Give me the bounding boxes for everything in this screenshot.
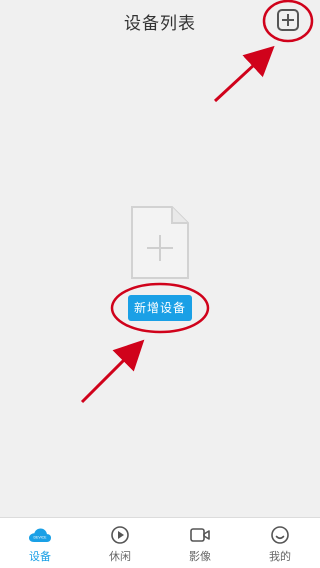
empty-document-icon: [131, 206, 189, 279]
cloud-icon: DEVICE: [28, 524, 52, 546]
page-title: 设备列表: [124, 14, 196, 34]
video-camera-icon: [188, 524, 212, 546]
svg-text:DEVICE: DEVICE: [33, 536, 47, 540]
new-device-button[interactable]: 新增设备: [128, 295, 192, 321]
app-header: 设备列表: [0, 0, 320, 44]
play-circle-icon: [108, 524, 132, 546]
tab-devices[interactable]: DEVICE 设备: [0, 518, 80, 568]
add-device-icon[interactable]: [277, 9, 299, 31]
tab-me[interactable]: 我的: [240, 518, 320, 568]
tab-label: 休闲: [109, 550, 131, 563]
tab-leisure[interactable]: 休闲: [80, 518, 160, 568]
tab-label: 设备: [29, 550, 51, 563]
tab-images[interactable]: 影像: [160, 518, 240, 568]
annotation-arrow-new-device: [80, 339, 145, 404]
tab-label: 影像: [189, 550, 211, 563]
tab-bar: DEVICE 设备 休闲 影像 我的: [0, 517, 320, 568]
annotation-overlay: [80, 0, 314, 404]
annotation-arrow-add: [213, 45, 275, 103]
tab-label: 我的: [269, 550, 291, 563]
smiley-icon: [268, 524, 292, 546]
